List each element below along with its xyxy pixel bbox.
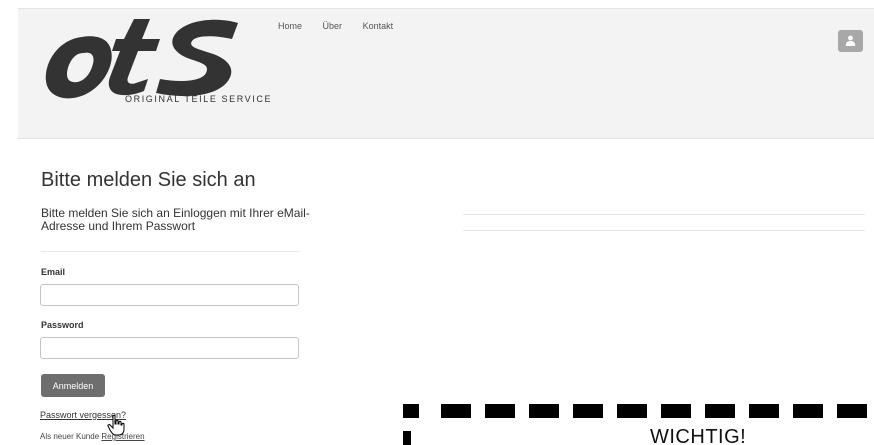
password-label: Password [41,320,84,330]
register-prefix: Als neuer Kunde [40,432,100,441]
hand-cursor-icon [107,414,125,436]
nav-home[interactable]: Home [278,21,302,31]
site-header: ORIGINAL TEILE SERVICE Home Über Kontakt [18,8,874,139]
notice-border-left [403,431,411,445]
nav-ueber[interactable]: Über [323,21,343,31]
content-rule-top [463,214,865,215]
important-notice: WICHTIG! [403,404,874,445]
email-field[interactable] [40,284,299,306]
notice-dashed-border [403,404,874,418]
login-button[interactable]: Anmelden [41,374,105,397]
ots-logo-mark [45,19,238,99]
content-rule-bottom [463,230,865,231]
register-line: Als neuer Kunde Registrieren [40,432,145,441]
nav-kontakt[interactable]: Kontakt [363,21,394,31]
user-icon [845,35,856,46]
ots-logo[interactable]: ORIGINAL TEILE SERVICE [38,13,278,105]
login-subtitle: Bitte melden Sie sich an Einloggen mit I… [41,206,310,233]
email-label: Email [41,267,66,277]
divider [41,251,300,252]
main-nav: Home Über Kontakt [278,21,411,31]
page-title: Bitte melden Sie sich an [41,169,256,191]
notice-title: WICHTIG! [650,426,747,445]
password-field[interactable] [40,337,299,359]
user-menu-button[interactable] [838,30,863,52]
logo-tagline: ORIGINAL TEILE SERVICE [125,94,273,104]
